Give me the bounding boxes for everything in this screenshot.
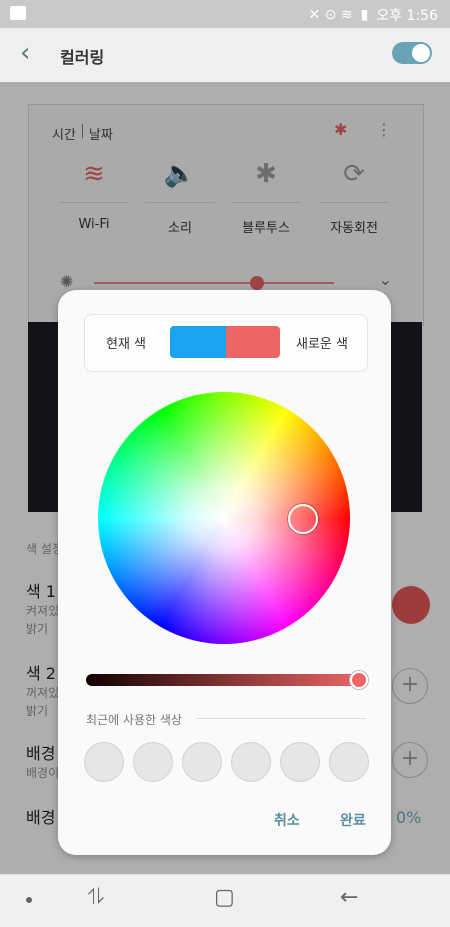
done-button[interactable]: 완료 [340, 810, 366, 830]
navigation-bar: ⥮ ▢ ← [0, 874, 450, 927]
status-icons: ✕ ⊙ ≋ ▮ 오후 1:56 [309, 5, 438, 25]
recent-color-slot[interactable] [84, 742, 124, 782]
master-toggle[interactable] [392, 42, 432, 64]
value-slider-knob[interactable] [350, 671, 368, 689]
page-title: 컬러링 [60, 48, 105, 67]
gallery-icon [10, 6, 26, 20]
home-icon[interactable]: ▢ [214, 885, 235, 910]
recent-apps-icon[interactable]: ⥮ [88, 885, 104, 910]
recent-color-slot[interactable] [182, 742, 222, 782]
current-color-swatch [170, 326, 226, 358]
nav-dot-icon[interactable] [26, 897, 32, 903]
current-color-label: 현재 색 [106, 337, 147, 352]
recent-color-slot[interactable] [280, 742, 320, 782]
recent-color-slot[interactable] [133, 742, 173, 782]
back-icon[interactable]: ← [340, 885, 358, 910]
recent-color-slot[interactable] [329, 742, 369, 782]
color-wheel-handle[interactable] [288, 504, 318, 534]
clock: 오후 1:56 [376, 8, 438, 24]
toggle-knob [412, 44, 430, 62]
app-bar: ‹ 컬러링 [0, 28, 450, 82]
battery-icon: ▮ [360, 7, 369, 23]
back-arrow-icon[interactable]: ‹ [20, 38, 30, 68]
recent-colors-label: 최근에 사용한 색상 [86, 713, 182, 727]
status-icons-glyphs: ✕ ⊙ ≋ [308, 7, 353, 23]
recent-colors-divider [196, 718, 366, 719]
status-bar: ✕ ⊙ ≋ ▮ 오후 1:56 [0, 0, 450, 28]
value-slider[interactable] [86, 674, 362, 686]
new-color-swatch [226, 326, 280, 358]
new-color-label: 새로운 색 [296, 337, 348, 352]
recent-color-slot[interactable] [231, 742, 271, 782]
cancel-button[interactable]: 취소 [274, 810, 300, 830]
